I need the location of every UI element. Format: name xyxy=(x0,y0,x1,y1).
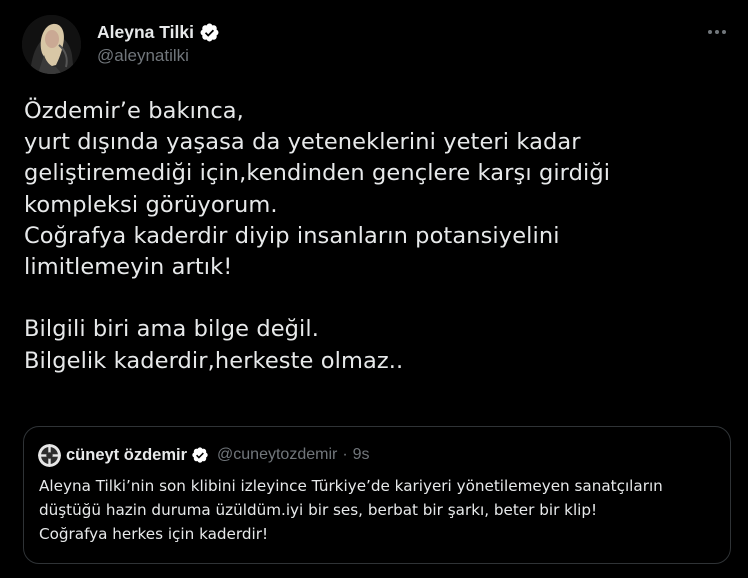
tweet-line: yurt dışında yaşasa da yeteneklerini yet… xyxy=(24,129,581,156)
quoted-author-handle[interactable]: @cuneytozdemir xyxy=(217,446,337,464)
author-name-row: Aleyna Tilki xyxy=(97,20,220,44)
more-dots-icon xyxy=(708,30,726,34)
profile-photo xyxy=(22,15,81,74)
quoted-tweet[interactable]: cüneyt özdemir @cuneytozdemir · 9s Aleyn… xyxy=(23,426,731,564)
tweet-line: Bilgili biri ama bilge değil. xyxy=(24,316,319,343)
tweet-line: geliştiremediği için,kendinden gençlere … xyxy=(24,160,611,187)
more-options-button[interactable] xyxy=(700,22,734,42)
quoted-tweet-line: Coğrafya herkes için kaderdir! xyxy=(39,525,269,543)
quoted-tweet-body: Aleyna Tilki’nin son klibini izleyince T… xyxy=(39,474,723,546)
quoted-profile-photo xyxy=(38,443,61,467)
author-display-name[interactable]: Aleyna Tilki xyxy=(97,22,194,43)
quoted-tweet-header: cüneyt özdemir @cuneytozdemir · 9s xyxy=(38,443,370,467)
tweet-line: Coğrafya kaderdir diyip insanların potan… xyxy=(24,222,560,249)
quoted-verified-badge-icon xyxy=(191,446,209,464)
verified-badge-icon xyxy=(199,22,220,43)
quoted-author-avatar[interactable] xyxy=(38,443,61,467)
author-avatar[interactable] xyxy=(22,15,81,74)
quoted-separator: · xyxy=(342,446,348,463)
tweet-line: kompleksi görüyorum. xyxy=(24,191,278,218)
tweet-line: limitlemeyin artık! xyxy=(24,253,233,280)
quoted-tweet-line: düştüğü hazin duruma üzüldüm.iyi bir ses… xyxy=(39,501,598,519)
tweet-line: Özdemir’e bakınca, xyxy=(24,98,244,124)
quoted-timestamp[interactable]: 9s xyxy=(353,446,370,464)
quoted-author-name[interactable]: cüneyt özdemir xyxy=(66,446,187,465)
tweet-line: Bilgelik kaderdir,herkeste olmaz.. xyxy=(24,347,404,374)
quoted-tweet-line: Aleyna Tilki’nin son klibini izleyince T… xyxy=(39,477,663,495)
tweet-body: Özdemir’e bakınca, yurt dışında yaşasa d… xyxy=(24,96,724,377)
tweet[interactable]: Aleyna Tilki @aleynatilki Özdemir’e bakı… xyxy=(0,0,748,578)
author-handle[interactable]: @aleynatilki xyxy=(97,46,189,66)
